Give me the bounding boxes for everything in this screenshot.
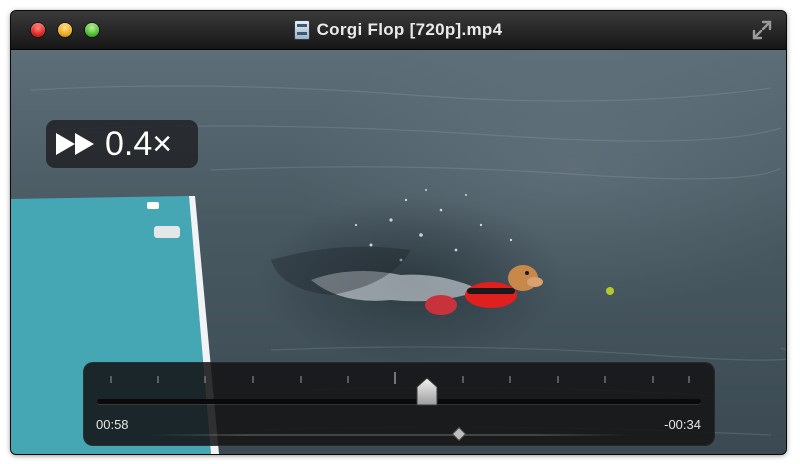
- video-file-icon: [294, 21, 309, 39]
- player-window: Corgi Flop [720p].mp4 0.4× 00:58 -00:34: [11, 11, 786, 454]
- video-frame[interactable]: 0.4× 00:58 -00:34: [11, 50, 786, 454]
- timeline-track[interactable]: [97, 399, 701, 404]
- playback-controls-hud[interactable]: 00:58 -00:34: [83, 362, 715, 446]
- fullscreen-arrows-icon[interactable]: [752, 20, 772, 40]
- fine-scrub-handle[interactable]: [453, 428, 465, 440]
- playback-speed-value: 0.4×: [105, 125, 173, 163]
- window-title-group: Corgi Flop [720p].mp4: [11, 11, 786, 49]
- fast-forward-icon: [56, 133, 94, 155]
- timeline-ticks: [110, 372, 690, 384]
- fine-scrub-track[interactable]: [149, 434, 633, 436]
- title-bar[interactable]: Corgi Flop [720p].mp4: [11, 11, 786, 50]
- window-title: Corgi Flop [720p].mp4: [316, 20, 503, 39]
- tennis-ball: [606, 287, 614, 295]
- remaining-time: -00:34: [664, 417, 701, 432]
- playback-speed-badge: 0.4×: [46, 120, 198, 168]
- elapsed-time: 00:58: [96, 417, 129, 432]
- playhead-handle[interactable]: [415, 377, 439, 407]
